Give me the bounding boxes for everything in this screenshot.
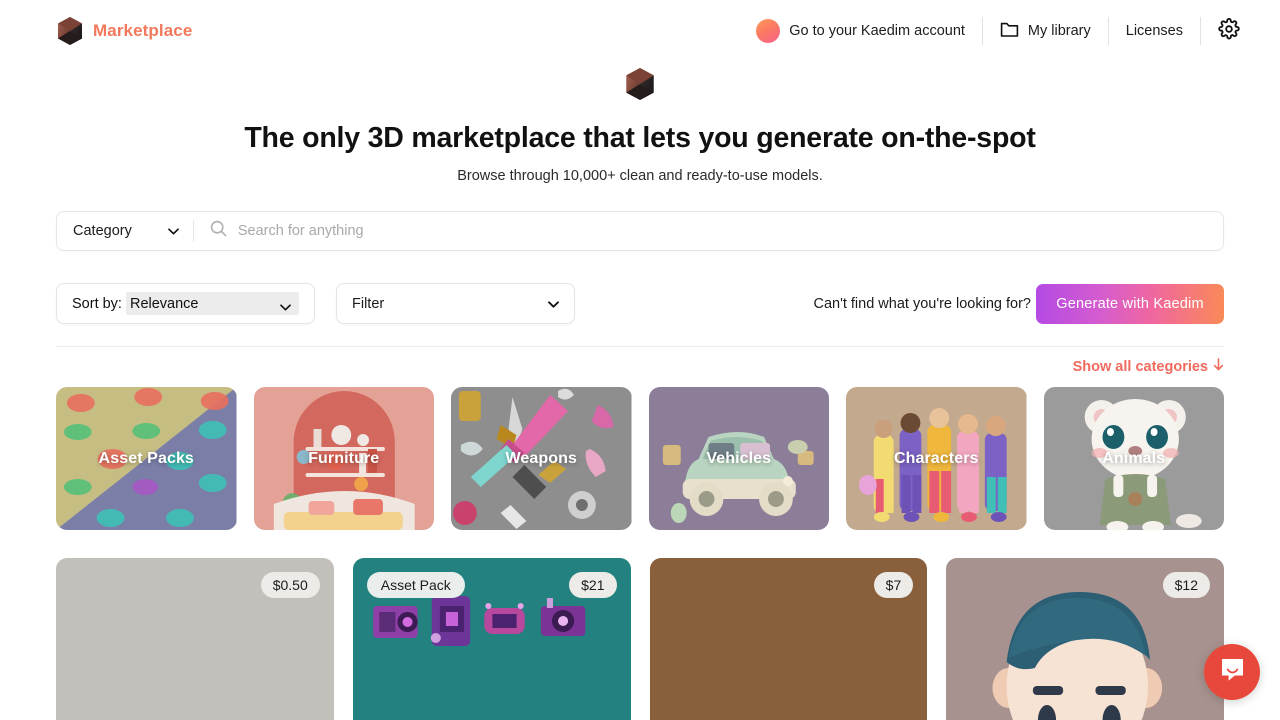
nav-licenses[interactable]: Licenses [1109,16,1200,46]
category-card-animals[interactable]: Animals [1043,387,1224,530]
header-nav: Go to your Kaedim account My library Lic… [739,0,1240,62]
filter-control[interactable]: Filter [336,283,575,324]
hero-gem-cube-icon [0,66,1280,102]
category-card-furniture[interactable]: Furniture [253,387,434,530]
generate-with-kaedim-button[interactable]: Generate with Kaedim [1036,283,1224,324]
sort-by-label: Sort by: [72,295,122,312]
nav-my-library[interactable]: My library [983,16,1108,46]
hero-section: The only 3D marketplace that lets you ge… [0,62,1280,184]
avatar-gradient-icon [756,19,781,43]
chat-bubble-icon [1219,656,1246,688]
category-label: Asset Packs [98,449,194,467]
product-card[interactable]: $7 [649,558,928,720]
category-card-asset-packs[interactable]: Asset Packs [56,387,237,530]
search-input[interactable] [237,213,1207,249]
product-card[interactable]: $12 [946,558,1224,720]
category-dropdown-label: Category [73,223,132,239]
price-badge: $12 [1162,572,1210,598]
category-label: Furniture [308,449,380,467]
product-type-badge: Asset Pack [366,572,465,598]
show-all-row: Show all categories [56,358,1224,375]
category-card-row: Asset Packs Furniture Weapons Vehicles C… [56,387,1224,530]
search-bar: Category [56,211,1224,251]
category-card-vehicles[interactable]: Vehicles [648,387,829,530]
gear-icon [1218,17,1240,44]
brand-logo[interactable]: Marketplace [56,16,192,46]
category-label: Vehicles [706,449,772,467]
page-subtitle: Browse through 10,000+ clean and ready-t… [457,168,823,184]
search-field-wrap [194,212,1223,250]
search-icon [210,220,227,242]
folder-icon [1000,21,1019,42]
nav-my-library-label: My library [1027,23,1091,39]
category-dropdown[interactable]: Category [57,212,193,250]
chevron-down-icon [548,296,559,312]
show-all-categories-label: Show all categories [1072,358,1208,375]
app-header: Marketplace Go to your Kaedim account My… [0,0,1280,62]
sort-by-select[interactable]: Relevance [125,292,299,315]
brand-name: Marketplace [93,21,193,40]
category-label: Weapons [505,449,578,467]
product-card[interactable]: $0.50 [56,558,334,720]
page-title: The only 3D marketplace that lets you ge… [244,122,1036,154]
nav-kaedim-account-label: Go to your Kaedim account [789,23,965,39]
nav-kaedim-account[interactable]: Go to your Kaedim account [739,16,982,46]
sort-by-control[interactable]: Sort by: Relevance [56,283,315,324]
show-all-categories-link[interactable]: Show all categories [1073,358,1224,375]
intercom-chat-button[interactable] [1204,644,1260,700]
product-card-row: $0.50 Asset Pack $21 $7 $12 [56,558,1224,720]
filter-label: Filter [352,295,385,312]
price-badge: $21 [569,572,617,598]
price-badge: $7 [873,572,914,598]
gem-cube-icon [56,16,84,46]
category-label: Characters [893,449,979,467]
section-divider [56,346,1224,347]
nav-settings[interactable] [1201,16,1240,46]
category-card-weapons[interactable]: Weapons [451,387,632,530]
nav-licenses-label: Licenses [1125,23,1183,39]
category-label: Animals [1102,449,1166,467]
cant-find-text: Can't find what you're looking for? [813,295,1031,312]
product-card[interactable]: Asset Pack $21 [352,558,631,720]
generate-cta-group: Can't find what you're looking for? Gene… [813,283,1224,324]
category-card-characters[interactable]: Characters [846,387,1027,530]
arrow-down-icon [1213,358,1224,375]
controls-row: Sort by: Relevance Filter Can't find wha… [56,283,1224,324]
price-badge: $0.50 [260,572,320,598]
chevron-down-icon [167,223,179,239]
